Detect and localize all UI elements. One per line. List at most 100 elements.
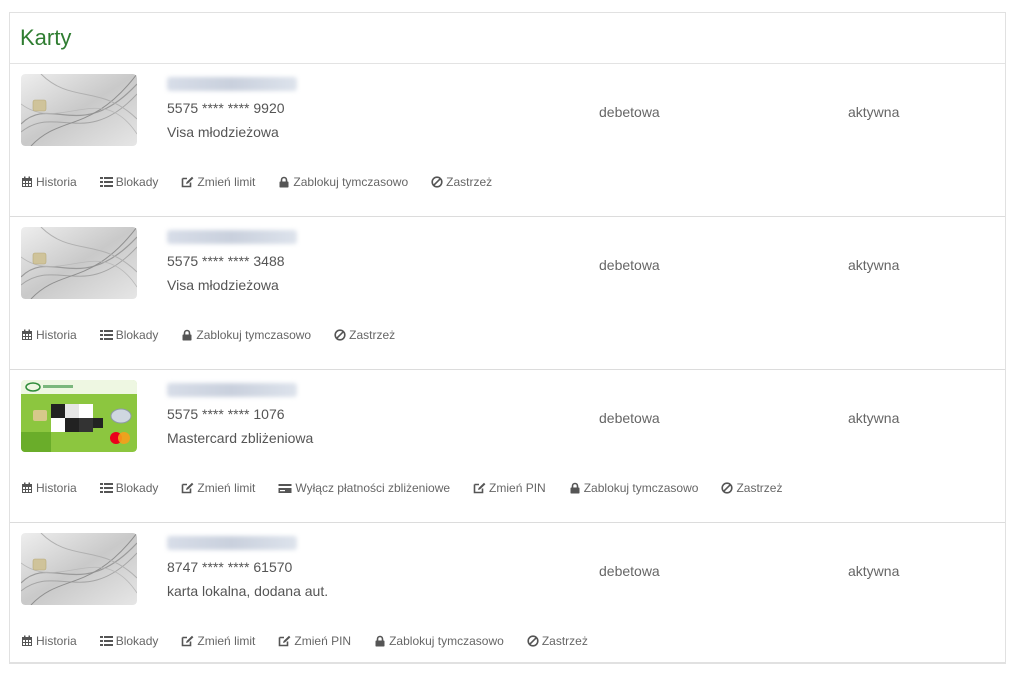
- action-label: Zastrzeż: [446, 175, 493, 189]
- action-label: Zmień PIN: [294, 634, 352, 648]
- blurred-card-holder-name: [167, 536, 297, 550]
- action-label: Wyłącz płatności zbliżeniowe: [295, 481, 451, 495]
- blurred-card-holder-name: [167, 230, 297, 244]
- panel-title: Karty: [20, 25, 72, 50]
- action-zastrzeż-link[interactable]: Zastrzeż: [527, 634, 588, 648]
- cards-panel: Karty 5575 **** **** 9920 Visa młodzieżow…: [9, 12, 1006, 664]
- list-icon: [99, 176, 116, 188]
- lock-icon: [278, 176, 293, 188]
- action-zastrzeż-link[interactable]: Zastrzeż: [721, 481, 782, 495]
- card-kind: debetowa: [599, 563, 660, 579]
- action-blokady-link[interactable]: Blokady: [99, 328, 159, 342]
- ban-icon: [431, 176, 446, 188]
- action-label: Historia: [36, 175, 77, 189]
- blurred-card-holder-name: [167, 383, 297, 397]
- action-label: Zmień limit: [197, 634, 256, 648]
- edit-icon: [473, 482, 489, 494]
- ban-icon: [721, 482, 736, 494]
- lock-icon: [181, 329, 196, 341]
- card-status: aktywna: [848, 257, 900, 273]
- card-kind: debetowa: [599, 257, 660, 273]
- action-zablokuj-tymczasowo-link[interactable]: Zablokuj tymczasowo: [374, 634, 504, 648]
- edit-icon: [181, 176, 197, 188]
- ban-icon: [527, 635, 542, 647]
- card-actions: Historia Blokady Zmień limit Zmień PIN Zablo…: [21, 634, 611, 648]
- action-label: Historia: [36, 481, 77, 495]
- action-zmień-pin-link[interactable]: Zmień PIN: [278, 634, 351, 648]
- blurred-card-holder-name: [167, 77, 297, 91]
- card-number: 5575 **** **** 3488: [167, 253, 285, 269]
- card-number: 8747 **** **** 61570: [167, 559, 293, 575]
- ban-icon: [334, 329, 349, 341]
- action-historia-link[interactable]: Historia: [21, 481, 77, 495]
- card-number: 5575 **** **** 1076: [167, 406, 285, 422]
- action-label: Zmień limit: [197, 175, 256, 189]
- card-image-green: [21, 380, 137, 452]
- card-number: 5575 **** **** 9920: [167, 100, 285, 116]
- card-image-gray: [21, 74, 137, 146]
- action-zastrzeż-link[interactable]: Zastrzeż: [334, 328, 395, 342]
- action-label: Zastrzeż: [349, 328, 396, 342]
- card-status: aktywna: [848, 410, 900, 426]
- card-image[interactable]: [21, 74, 137, 146]
- action-label: Zablokuj tymczasowo: [583, 481, 699, 495]
- action-historia-link[interactable]: Historia: [21, 175, 77, 189]
- card-type: Visa młodzieżowa: [167, 124, 279, 140]
- action-zablokuj-tymczasowo-link[interactable]: Zablokuj tymczasowo: [569, 481, 699, 495]
- card-status: aktywna: [848, 104, 900, 120]
- calendar-icon: [21, 635, 36, 647]
- calendar-icon: [21, 329, 36, 341]
- action-label: Zmień limit: [197, 481, 256, 495]
- action-label: Blokady: [115, 328, 159, 342]
- action-label: Zablokuj tymczasowo: [389, 634, 504, 648]
- action-zmień-limit-link[interactable]: Zmień limit: [181, 634, 255, 648]
- action-wyłącz-płatności-zbliżeniowe-link[interactable]: Wyłącz płatności zbliżeniowe: [278, 481, 450, 495]
- action-zmień-limit-link[interactable]: Zmień limit: [181, 481, 255, 495]
- edit-icon: [181, 635, 197, 647]
- action-historia-link[interactable]: Historia: [21, 634, 77, 648]
- card-type: Mastercard zbliżeniowa: [167, 430, 314, 446]
- card-actions: Historia Blokady Zmień limit Wyłącz płatnoś…: [21, 481, 805, 495]
- action-blokady-link[interactable]: Blokady: [99, 634, 159, 648]
- action-historia-link[interactable]: Historia: [21, 328, 77, 342]
- card-row: 5575 **** **** 1076 Mastercard zbliżeniow…: [10, 370, 1005, 523]
- action-zmień-pin-link[interactable]: Zmień PIN: [473, 481, 546, 495]
- list-icon: [99, 482, 116, 494]
- lock-icon: [374, 635, 389, 647]
- calendar-icon: [21, 482, 36, 494]
- action-blokady-link[interactable]: Blokady: [99, 175, 159, 189]
- action-blokady-link[interactable]: Blokady: [99, 481, 159, 495]
- action-label: Zastrzeż: [736, 481, 783, 495]
- card-image[interactable]: [21, 227, 137, 299]
- card-icon: [278, 483, 295, 494]
- card-type: karta lokalna, dodana aut.: [167, 583, 329, 599]
- card-actions: Historia Blokady Zablokuj tymczasowo Zastrz…: [21, 328, 418, 342]
- card-list: 5575 **** **** 9920 Visa młodzieżowa debet…: [10, 64, 1005, 662]
- action-zablokuj-tymczasowo-link[interactable]: Zablokuj tymczasowo: [181, 328, 311, 342]
- card-status: aktywna: [848, 563, 900, 579]
- card-image[interactable]: [21, 380, 137, 452]
- edit-icon: [278, 635, 294, 647]
- action-label: Zmień PIN: [489, 481, 546, 495]
- action-zablokuj-tymczasowo-link[interactable]: Zablokuj tymczasowo: [278, 175, 408, 189]
- action-zastrzeż-link[interactable]: Zastrzeż: [431, 175, 492, 189]
- lock-icon: [569, 482, 584, 494]
- action-label: Zablokuj tymczasowo: [293, 175, 409, 189]
- action-label: Historia: [36, 634, 77, 648]
- card-image-gray: [21, 227, 137, 299]
- card-image[interactable]: [21, 533, 137, 605]
- action-label: Blokady: [115, 481, 159, 495]
- card-row: 8747 **** **** 61570 karta lokalna, dodan…: [10, 523, 1005, 662]
- action-label: Blokady: [115, 634, 159, 648]
- action-label: Blokady: [115, 175, 159, 189]
- card-image-gray: [21, 533, 137, 605]
- panel-header: Karty: [10, 13, 1005, 64]
- action-zmień-limit-link[interactable]: Zmień limit: [181, 175, 255, 189]
- action-label: Historia: [36, 328, 77, 342]
- card-kind: debetowa: [599, 410, 660, 426]
- calendar-icon: [21, 176, 36, 188]
- card-type: Visa młodzieżowa: [167, 277, 279, 293]
- action-label: Zastrzeż: [541, 634, 588, 648]
- list-icon: [99, 329, 116, 341]
- card-row: 5575 **** **** 3488 Visa młodzieżowa debet…: [10, 217, 1005, 370]
